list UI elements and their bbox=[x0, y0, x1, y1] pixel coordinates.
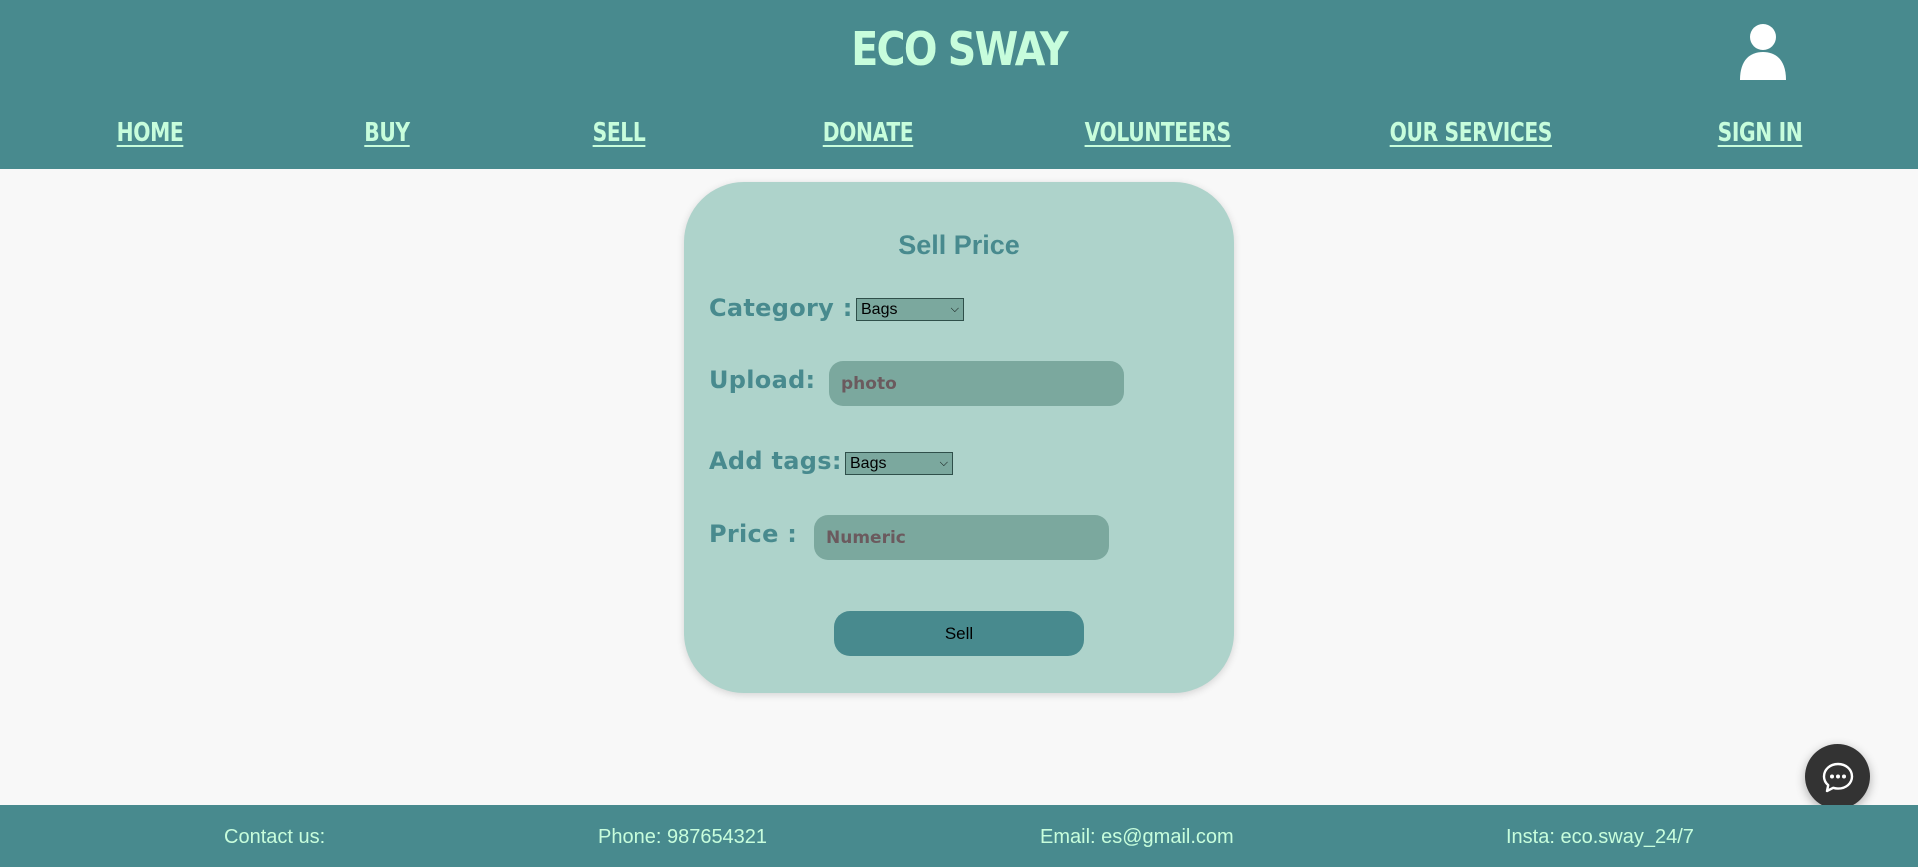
nav-volunteers[interactable]: VOLUNTEERS bbox=[1085, 118, 1231, 148]
site-header: ECO SWAY HOME BUY SELL DONATE VOLUNTEERS… bbox=[0, 0, 1918, 169]
price-label: Price : bbox=[709, 520, 798, 548]
nav-buy[interactable]: BUY bbox=[356, 118, 418, 148]
tags-select[interactable]: Bags ⌵ bbox=[845, 452, 953, 475]
upload-label: Upload: bbox=[709, 366, 816, 394]
brand-title: ECO SWAY bbox=[851, 22, 1068, 76]
chevron-down-icon: ⌵ bbox=[939, 457, 948, 469]
tags-selected-value: Bags bbox=[850, 454, 887, 472]
user-icon[interactable] bbox=[1738, 22, 1788, 82]
nav-sign-in[interactable]: SIGN IN bbox=[1717, 118, 1803, 148]
price-field[interactable] bbox=[814, 515, 1109, 560]
footer-insta: Insta: eco.sway_24/7 bbox=[1506, 826, 1694, 848]
category-select[interactable]: Bags ⌵ bbox=[856, 298, 964, 321]
main-nav: HOME BUY SELL DONATE VOLUNTEERS OUR SERV… bbox=[0, 118, 1918, 154]
footer-contact: Contact us: bbox=[224, 826, 326, 848]
sell-form-card: Sell Price Category : Bags ⌵ Upload: Add… bbox=[684, 182, 1234, 693]
category-label: Category : bbox=[709, 294, 853, 322]
footer-email: Email: es@gmail.com bbox=[1040, 826, 1234, 848]
nav-our-services[interactable]: OUR SERVICES bbox=[1390, 118, 1553, 148]
site-footer: Contact us: Phone: 987654321 Email: es@g… bbox=[0, 805, 1918, 867]
tags-label: Add tags: bbox=[709, 447, 842, 475]
nav-sell[interactable]: SELL bbox=[588, 118, 650, 148]
nav-donate[interactable]: DONATE bbox=[820, 118, 917, 148]
upload-field[interactable] bbox=[829, 361, 1124, 406]
chat-bubble-icon[interactable] bbox=[1805, 744, 1870, 809]
sell-button[interactable]: Sell bbox=[834, 611, 1084, 656]
category-selected-value: Bags bbox=[861, 300, 898, 318]
footer-phone: Phone: 987654321 bbox=[598, 826, 768, 848]
nav-home[interactable]: HOME bbox=[111, 118, 189, 148]
chevron-down-icon: ⌵ bbox=[950, 303, 959, 315]
form-title: Sell Price bbox=[898, 230, 1020, 260]
